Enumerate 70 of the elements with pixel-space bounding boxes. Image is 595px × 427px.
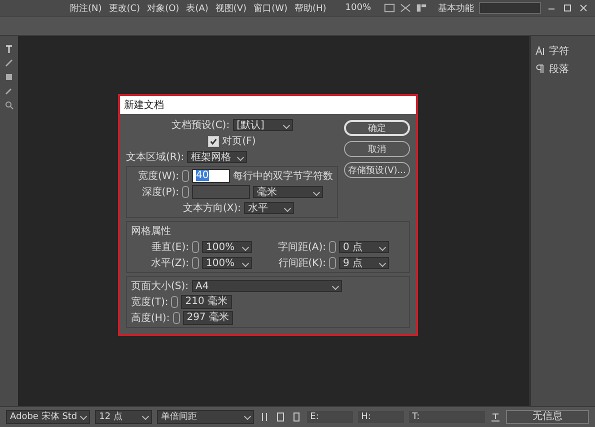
stepper-icon[interactable] bbox=[171, 296, 178, 308]
text-area-dropdown[interactable]: 框架网格 bbox=[187, 151, 248, 163]
field-label: 高度(H): bbox=[131, 312, 170, 325]
pilcrow-icon[interactable] bbox=[535, 64, 545, 74]
maximize-icon[interactable] bbox=[562, 3, 573, 13]
depth-field[interactable] bbox=[192, 185, 250, 199]
field-label: 文本方向(X): bbox=[182, 202, 241, 215]
page-size-dropdown[interactable]: A4 bbox=[192, 280, 342, 292]
menu-item[interactable]: 视图(V) bbox=[215, 2, 247, 14]
workspace-dropdown[interactable]: 基本功能 bbox=[438, 2, 474, 14]
stepper-icon[interactable] bbox=[329, 257, 336, 269]
dialog-button[interactable]: 存储预设(V)... bbox=[344, 162, 410, 178]
document-icon[interactable] bbox=[291, 412, 302, 422]
size-dropdown[interactable]: 12 点 bbox=[95, 410, 152, 424]
frame-icon[interactable] bbox=[384, 3, 395, 13]
field-label: 垂直(E): bbox=[150, 240, 189, 254]
page-width-field[interactable]: 210 毫米 bbox=[181, 295, 232, 309]
field-label: 文档预设(C): bbox=[171, 118, 230, 132]
field-label: 宽度(W): bbox=[136, 170, 179, 183]
value-dropdown[interactable]: 9 点 bbox=[339, 257, 389, 269]
e-label: E: bbox=[307, 411, 354, 423]
value-dropdown[interactable]: 100% bbox=[202, 257, 252, 269]
section-title: 网格属性 bbox=[131, 224, 172, 238]
zoom-dropdown[interactable]: 100% bbox=[345, 3, 379, 13]
preset-dropdown[interactable]: [默认] bbox=[232, 119, 293, 131]
type-tool-icon[interactable] bbox=[4, 44, 14, 54]
field-label: 行间距(K): bbox=[277, 257, 326, 270]
dialog-button[interactable]: 取消 bbox=[344, 141, 410, 157]
field-label: 水平(Z): bbox=[150, 256, 189, 270]
facing-pages-checkbox[interactable] bbox=[208, 136, 220, 146]
width-field[interactable]: 40 bbox=[192, 169, 230, 183]
font-dropdown[interactable]: Adobe 宋体 Std bbox=[6, 410, 90, 424]
panel-tab[interactable]: 字符 bbox=[549, 44, 569, 58]
value-dropdown[interactable]: 100% bbox=[202, 241, 252, 253]
menu-item[interactable]: 窗口(W) bbox=[254, 2, 288, 14]
zoom-icon[interactable] bbox=[4, 100, 14, 110]
menu-item[interactable]: 帮助(H) bbox=[294, 2, 326, 14]
dialog-title: 新建文档 bbox=[120, 96, 416, 114]
spacing-dropdown[interactable]: 单倍间距 bbox=[157, 410, 254, 424]
direction-dropdown[interactable]: 水平 bbox=[244, 202, 294, 214]
value-dropdown[interactable]: 0 点 bbox=[339, 241, 389, 253]
close-icon[interactable] bbox=[578, 3, 589, 13]
field-hint: 每行中的双字节字符数 bbox=[233, 170, 333, 183]
stepper-icon[interactable] bbox=[182, 170, 189, 182]
field-label: 字间距(A): bbox=[276, 240, 326, 254]
field-label: 页面大小(S): bbox=[131, 280, 189, 293]
type-icon[interactable] bbox=[490, 412, 502, 422]
dialog-button[interactable]: 确定 bbox=[344, 120, 410, 136]
menu-item[interactable]: 表(A) bbox=[186, 2, 208, 14]
info-field: 无信息 bbox=[506, 410, 589, 424]
panel-tab[interactable]: 段落 bbox=[549, 62, 569, 76]
unit-dropdown[interactable]: 毫米 bbox=[253, 186, 323, 198]
menu-item[interactable]: 更改(C) bbox=[108, 2, 140, 14]
menu-item[interactable]: 附注(N) bbox=[70, 2, 102, 14]
layout-icon[interactable] bbox=[416, 3, 427, 13]
field-label: 文本区域(R): bbox=[126, 150, 184, 164]
stepper-icon[interactable] bbox=[192, 257, 199, 269]
search-field[interactable] bbox=[479, 2, 541, 14]
stepper-icon[interactable] bbox=[329, 241, 336, 253]
stepper-icon[interactable] bbox=[172, 312, 180, 324]
checkbox-label: 对页(F) bbox=[222, 134, 256, 148]
t-label: T: bbox=[409, 411, 486, 423]
menu-item[interactable]: 对象(O) bbox=[147, 2, 180, 14]
character-icon[interactable] bbox=[535, 46, 545, 56]
page-height-field[interactable]: 297 毫米 bbox=[182, 311, 233, 325]
field-label: 深度(P): bbox=[140, 186, 179, 199]
stepper-icon[interactable] bbox=[182, 186, 189, 198]
field-label: 宽度(T): bbox=[131, 296, 168, 309]
stepper-icon[interactable] bbox=[192, 241, 199, 253]
h-label: H: bbox=[358, 411, 404, 423]
